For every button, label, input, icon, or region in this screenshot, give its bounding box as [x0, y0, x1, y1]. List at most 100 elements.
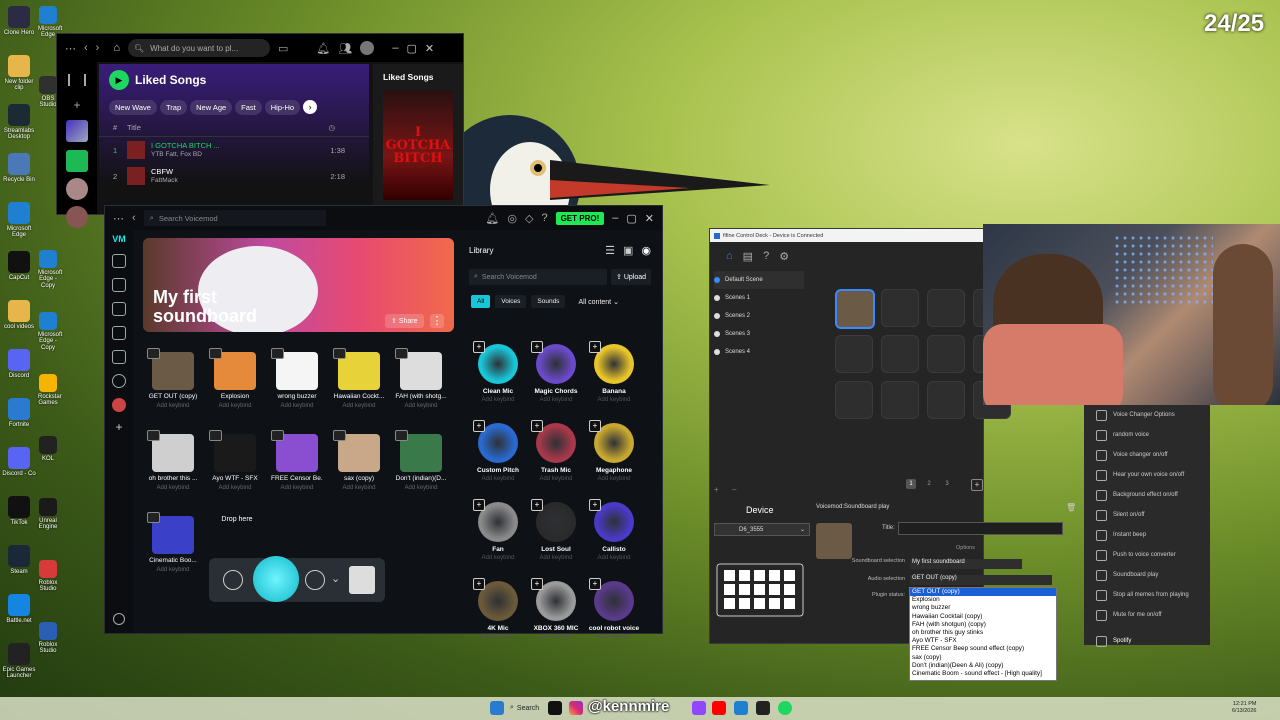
forward-icon[interactable]: ›: [96, 42, 100, 54]
desktop-icon[interactable]: Microsoft Edge: [38, 6, 62, 39]
desktop-icon[interactable]: Discord - Co: [1, 447, 37, 477]
dropdown-option[interactable]: Ayo WTF - SFX: [910, 637, 1056, 645]
hear-myself-button[interactable]: [305, 570, 325, 590]
avatar[interactable]: [112, 398, 126, 412]
help-icon[interactable]: ?: [763, 250, 769, 263]
deck-key[interactable]: [835, 289, 875, 329]
filter-all[interactable]: All: [471, 295, 491, 308]
add-voice-icon[interactable]: +: [531, 341, 543, 353]
minimize-button[interactable]: –: [392, 42, 398, 54]
keybind-label[interactable]: Add keybind: [209, 403, 261, 409]
dropdown-option[interactable]: Don't (indian)(Deen & Ali) (copy): [910, 662, 1056, 670]
add-voice-icon[interactable]: +: [589, 341, 601, 353]
share-button[interactable]: ⇪ Share: [385, 314, 424, 328]
user-icon[interactable]: [113, 613, 125, 625]
desktop-icon[interactable]: KOL: [38, 436, 58, 462]
add-scene-button[interactable]: +: [714, 485, 719, 494]
add-voice-icon[interactable]: +: [589, 578, 601, 590]
desktop-icon[interactable]: CapCut: [1, 251, 37, 281]
scene-item[interactable]: Scenes 2: [714, 307, 804, 325]
tag-icon[interactable]: ◇: [525, 212, 533, 225]
keybind-label[interactable]: Add keybind: [527, 397, 585, 403]
keybind-label[interactable]: Add keybind: [147, 403, 199, 409]
desktop-icon[interactable]: Fortnite: [1, 398, 37, 428]
desktop-icon[interactable]: Steam: [1, 545, 37, 575]
deck-key[interactable]: [881, 289, 919, 327]
desktop-icon[interactable]: OBS Studio: [38, 76, 58, 109]
add-voice-icon[interactable]: +: [473, 341, 485, 353]
desktop-icon[interactable]: Microsoft Edge: [1, 202, 37, 239]
voicemod-search-input[interactable]: ⌕ Search Voicemod: [143, 210, 326, 226]
get-pro-button[interactable]: GET PRO!: [555, 211, 605, 225]
keybind-label[interactable]: Add keybind: [527, 555, 585, 561]
record-icon[interactable]: ◉: [641, 244, 651, 257]
audio-select[interactable]: GET OUT (copy): [910, 575, 1052, 585]
deck-key[interactable]: [835, 335, 873, 373]
add-voice-icon[interactable]: +: [531, 420, 543, 432]
keybind-label[interactable]: Add keybind: [209, 485, 261, 491]
keybind-label[interactable]: Add keybind: [527, 476, 585, 482]
title-input[interactable]: [898, 522, 1063, 535]
voice-tile[interactable]: + Lost Soul Add keybind: [527, 499, 585, 561]
dropdown-option[interactable]: wrong buzzer: [910, 604, 1056, 612]
library-search-input[interactable]: ⌕ Search Voicemod: [469, 269, 607, 285]
bell-icon[interactable]: 🔔︎: [485, 212, 499, 225]
terminal-taskbar-icon[interactable]: [756, 701, 770, 715]
keybind-label[interactable]: Add keybind: [333, 485, 385, 491]
desktop-icon[interactable]: Roblox Studio: [38, 622, 58, 655]
remove-sound-icon[interactable]: [395, 430, 408, 441]
dropdown-option[interactable]: FREE Censor Beep sound effect (copy): [910, 645, 1056, 653]
sound-tile[interactable]: wrong buzzer Add keybind: [271, 348, 323, 409]
drop-here-slot[interactable]: Drop here: [217, 516, 257, 523]
voice-tile[interactable]: + Magic Chords Add keybind: [527, 341, 585, 403]
menu-icon[interactable]: ⋯: [65, 42, 76, 55]
device-select[interactable]: D6_3555 ⌄: [714, 523, 810, 536]
dropdown-option[interactable]: GET OUT (copy): [910, 588, 1056, 597]
desktop-icon[interactable]: Unreal Engine: [38, 498, 58, 531]
voice-tile[interactable]: + Callisto Add keybind: [585, 499, 643, 561]
keybind-label[interactable]: Add keybind: [469, 555, 527, 561]
sound-tile[interactable]: Hawaiian Cockt... Add keybind: [333, 348, 385, 409]
dropdown-option[interactable]: sax (copy): [910, 654, 1056, 662]
sound-tile[interactable]: FAH (with shotg... Add keybind: [395, 348, 447, 409]
desktop-icon[interactable]: Roblox Studio: [38, 560, 58, 593]
settings-icon[interactable]: [112, 374, 126, 388]
genre-chip[interactable]: New Age: [190, 100, 233, 115]
plugin-item[interactable]: Spotify: [1084, 631, 1210, 651]
taskbar-search[interactable]: ⌕ Search: [510, 700, 550, 716]
dropdown-option[interactable]: Cinematic Boom - sound effect - [High qu…: [910, 670, 1056, 678]
voice-tile[interactable]: + Custom Pitch Add keybind: [469, 420, 527, 482]
voice-tile[interactable]: + Clean Mic Add keybind: [469, 341, 527, 403]
artist-thumb[interactable]: [66, 206, 88, 228]
remove-sound-icon[interactable]: [271, 430, 284, 441]
deck-key[interactable]: [927, 381, 965, 419]
desktop-icon[interactable]: Microsoft Edge - Copy: [38, 250, 62, 289]
keybind-label[interactable]: Add keybind: [585, 476, 643, 482]
voice-tile[interactable]: + cool robot voice Add keybind: [585, 578, 643, 640]
voice-tile[interactable]: + XBOX 360 MIC Add keybind: [527, 578, 585, 640]
power-button[interactable]: [223, 570, 243, 590]
playlist-thumb[interactable]: [66, 150, 88, 172]
keybind-label[interactable]: Add keybind: [333, 403, 385, 409]
page-button[interactable]: 2: [924, 479, 934, 489]
desktop-icon[interactable]: Streamlabs Desktop: [1, 104, 37, 141]
audio-selection-dropdown[interactable]: GET OUT (copy) Explosion wrong buzzer Hawai…: [909, 587, 1057, 681]
content-filter-dropdown[interactable]: All content ⌄: [578, 298, 619, 306]
spotify-taskbar-icon[interactable]: [778, 701, 792, 715]
friends-icon[interactable]: 👥︎: [338, 42, 352, 55]
spotify-search-input[interactable]: 🔍︎ What do you want to pl...: [128, 39, 270, 57]
track-row[interactable]: 2 CBFW FattMack 2:18: [113, 163, 355, 189]
plugin-item[interactable]: Silent on/off: [1084, 505, 1210, 525]
plugin-item[interactable]: Stop all memes from playing: [1084, 585, 1210, 605]
add-voice-icon[interactable]: +: [589, 499, 601, 511]
deck-key[interactable]: [881, 381, 919, 419]
keybind-label[interactable]: Add keybind: [469, 634, 527, 640]
add-voice-icon[interactable]: +: [589, 420, 601, 432]
add-voice-icon[interactable]: +: [531, 499, 543, 511]
track-row[interactable]: 1I GOTCHA BITCH ... YTB Fatt, Fox BD 1:38: [113, 137, 355, 163]
discord-icon[interactable]: ◎: [507, 212, 517, 225]
desktop-icon[interactable]: cool videos: [1, 300, 37, 330]
remove-sound-icon[interactable]: [271, 348, 284, 359]
deck-key[interactable]: [927, 289, 965, 327]
deck-key[interactable]: [881, 335, 919, 373]
